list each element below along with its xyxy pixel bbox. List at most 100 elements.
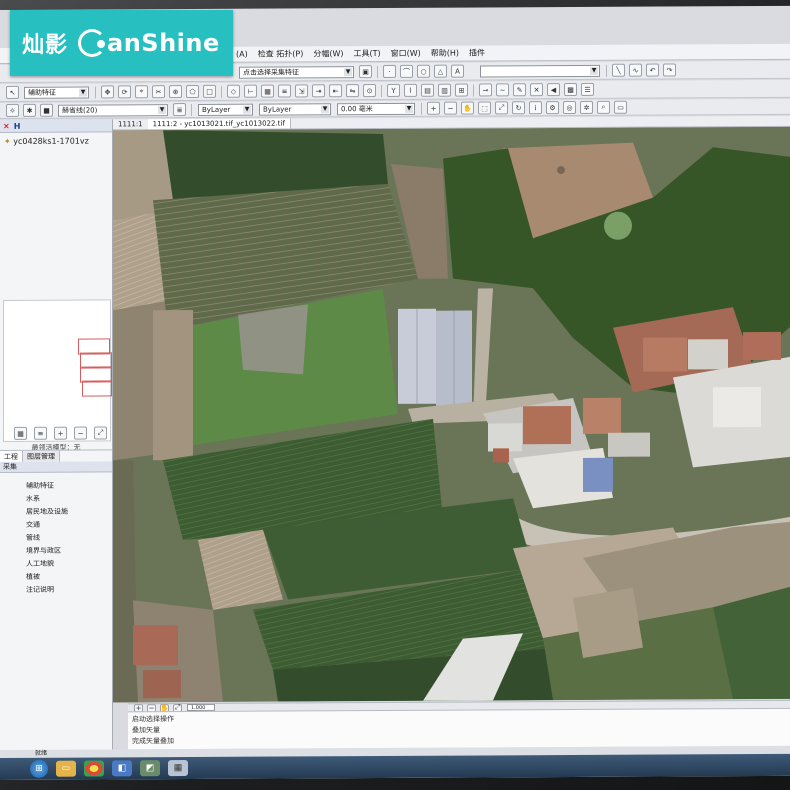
rotate-icon[interactable]: ⟳ (118, 85, 131, 99)
category-item[interactable]: 人工地貌 (26, 557, 112, 570)
category-item[interactable]: 水系 (26, 492, 112, 505)
list-icon[interactable]: ≡ (34, 426, 47, 440)
bulb-icon[interactable]: ✱ (23, 103, 36, 117)
save-icon[interactable]: ▣ (359, 65, 372, 79)
grid-icon[interactable]: ▦ (261, 84, 274, 98)
doc-tab[interactable]: 1111:1 (113, 119, 148, 129)
pan-icon[interactable]: ✋ (461, 101, 474, 115)
category-item[interactable]: 管线 (26, 531, 112, 544)
menu-item-window[interactable]: 窗口(W) (391, 48, 421, 59)
tree-item[interactable]: ✦ yc0428ks1-1701vz (4, 135, 108, 148)
map-canvas[interactable] (113, 126, 790, 703)
circle-icon[interactable]: ○ (417, 64, 430, 78)
table-icon[interactable]: ▥ (438, 83, 451, 97)
light-icon[interactable]: ☼ (6, 103, 19, 117)
zoom-in-icon[interactable]: + (54, 426, 67, 440)
chrome-icon[interactable] (84, 760, 104, 777)
stack-icon[interactable]: ☰ (581, 82, 594, 96)
y-axis-icon[interactable]: Y (387, 83, 400, 97)
brush-icon[interactable]: ✎ (513, 83, 526, 97)
chevron-down-icon[interactable]: ▼ (158, 105, 166, 114)
menu-item-sheet[interactable]: 分幅(W) (313, 48, 343, 59)
start-icon[interactable]: ⊞ (30, 759, 48, 778)
layer-icon[interactable]: ≡ (278, 84, 291, 98)
mirror-icon[interactable]: ⇋ (346, 84, 359, 98)
category-item[interactable]: 居民地及设施 (26, 505, 112, 518)
aux-feature-combo[interactable]: 辅助特征 ▼ (24, 86, 89, 99)
lineweight-combo[interactable]: 0.00 毫米 ▼ (337, 102, 415, 115)
gear-icon[interactable]: ✲ (580, 100, 593, 114)
close-icon[interactable]: ✕ (3, 121, 10, 130)
pointer-icon[interactable]: ↖ (6, 85, 19, 99)
extend-icon[interactable]: ⇥ (312, 84, 325, 98)
menu-item-plugins[interactable]: 插件 (469, 47, 485, 58)
cut-icon[interactable]: ✂ (152, 85, 165, 99)
vertex-icon[interactable]: ◇ (227, 84, 240, 98)
canshine-app-icon[interactable]: ▦ (168, 760, 188, 777)
zoom-out-icon[interactable]: − (444, 101, 457, 115)
arc-icon[interactable]: ⌒ (400, 64, 413, 78)
close-shape-icon[interactable]: ⊙ (363, 84, 376, 98)
fit-icon[interactable]: ⤢ (495, 101, 508, 115)
measure-icon[interactable]: ⊢ (244, 84, 257, 98)
zoom-window-icon[interactable]: ⬚ (478, 101, 491, 115)
graph-icon[interactable]: ⌇ (404, 83, 417, 97)
grid-snap-icon[interactable]: ⊞ (455, 83, 468, 97)
doc-tab-active[interactable]: 1111:2 - yc1013021.tif_yc1013022.tif (147, 118, 291, 130)
tree-root[interactable]: H (14, 121, 21, 130)
target-icon[interactable]: ◎ (563, 100, 576, 115)
line-icon[interactable]: ╲ (612, 63, 625, 77)
chevron-down-icon[interactable]: ▼ (321, 104, 329, 113)
menu-item-a[interactable]: (A) (236, 50, 248, 59)
chevron-down-icon[interactable]: ▼ (590, 66, 598, 75)
settings-icon[interactable]: ⚙ (546, 101, 559, 115)
chevron-down-icon[interactable]: ▼ (344, 67, 352, 76)
snap-icon[interactable]: ⌖ (135, 85, 148, 99)
redo-icon[interactable]: ↷ (663, 63, 676, 77)
menu-item-tools[interactable]: 工具(T) (353, 48, 380, 59)
undo-icon[interactable]: ↶ (646, 63, 659, 77)
move-icon[interactable]: ✥ (101, 85, 114, 99)
category-item[interactable]: 辅助特征 (26, 479, 112, 492)
join-icon[interactable]: ⊕ (169, 85, 182, 99)
chevron-down-icon[interactable]: ▼ (405, 104, 413, 113)
zoom-out-icon[interactable]: − (74, 426, 87, 440)
triangle-icon[interactable]: △ (434, 64, 447, 78)
chart-icon[interactable]: ▤ (421, 83, 434, 97)
layer-props-icon[interactable]: ≣ (173, 103, 186, 117)
wave-icon[interactable]: ∼ (496, 83, 509, 97)
category-item[interactable]: 境界与政区 (26, 544, 112, 557)
blank-combo[interactable]: ▼ (480, 64, 600, 77)
category-item[interactable]: 交通 (26, 518, 112, 531)
app-icon[interactable]: ◩ (140, 760, 160, 777)
tab-project[interactable]: 工程 (0, 450, 23, 462)
menu-item-help[interactable]: 帮助(H) (431, 48, 459, 59)
color-icon[interactable]: ■ (40, 103, 53, 117)
prev-icon[interactable]: ◀ (547, 83, 560, 97)
fit-icon[interactable]: ⤢ (94, 426, 107, 440)
chevron-down-icon[interactable]: ▼ (79, 88, 87, 97)
refresh-icon[interactable]: ↻ (512, 101, 525, 115)
text-icon[interactable]: A (451, 64, 464, 78)
point-icon[interactable]: · (383, 64, 396, 78)
app-icon[interactable]: ◧ (112, 760, 132, 777)
category-item[interactable]: 注记说明 (26, 583, 112, 596)
color-combo[interactable]: ByLayer ▼ (198, 103, 253, 116)
chevron-down-icon[interactable]: ▼ (243, 105, 251, 114)
search-icon[interactable]: ⌕ (597, 100, 610, 114)
close-icon[interactable]: ✕ (530, 83, 543, 97)
connect-icon[interactable]: ⊸ (479, 83, 492, 97)
sheet-preview[interactable]: ▦ ≡ + − ⤢ ↻ (3, 299, 127, 442)
linetype-combo[interactable]: ByLayer ▼ (259, 102, 331, 116)
zoom-in-icon[interactable]: + (427, 101, 440, 115)
tab-layer-manager[interactable]: 图层管理 (23, 450, 60, 462)
menu-item-check-topology[interactable]: 检查 拓扑(P) (258, 48, 304, 59)
offset-icon[interactable]: ⇲ (295, 84, 308, 98)
grid-icon[interactable]: ▦ (14, 426, 27, 440)
layer-combo[interactable]: 赫省线(20) ▼ (58, 103, 168, 117)
select-feature-combo[interactable]: 点击选择采集特征 ▼ (239, 65, 354, 79)
trim-icon[interactable]: ⇤ (329, 84, 342, 98)
fill-icon[interactable]: ▩ (564, 82, 577, 97)
category-item[interactable]: 植被 (26, 570, 112, 583)
monitor-icon[interactable]: ▭ (614, 100, 627, 114)
